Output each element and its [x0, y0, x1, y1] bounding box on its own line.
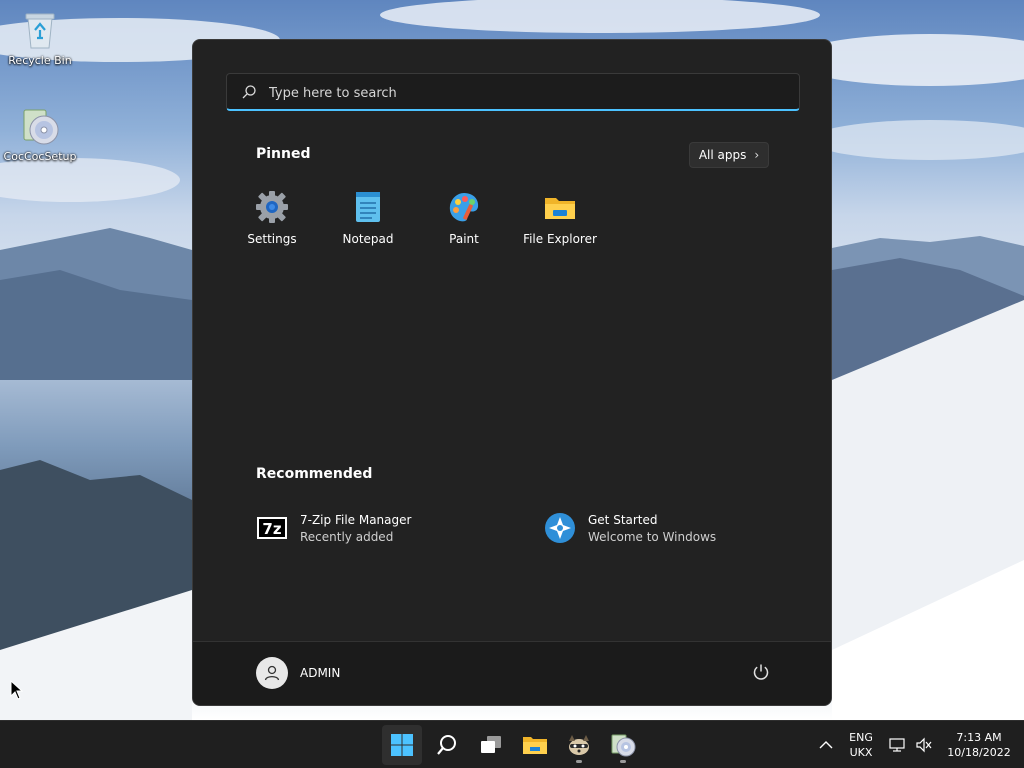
folder-icon: [543, 190, 577, 224]
mouse-cursor-icon: [10, 679, 24, 704]
user-icon: [264, 665, 280, 681]
pinned-app-label: Notepad: [342, 232, 394, 246]
taskbar-raccoon-app-button[interactable]: [559, 725, 599, 765]
recommended-title: Recommended: [256, 466, 373, 482]
all-apps-label: All apps: [698, 148, 747, 162]
pinned-app-label: Paint: [449, 232, 479, 246]
windows-start-icon: [391, 734, 413, 756]
network-status-button[interactable]: [886, 725, 910, 765]
speaker-muted-icon: [916, 737, 932, 753]
clock-time: 7:13 AM: [956, 731, 1002, 744]
pinned-app-label: Settings: [247, 232, 297, 246]
taskbar: ENG UKX 7:13 AM 10/18/2022: [0, 720, 1024, 768]
all-apps-button[interactable]: All apps ›: [689, 142, 769, 168]
notepad-icon: [351, 190, 385, 224]
taskbar-task-view-button[interactable]: [471, 725, 511, 765]
file-explorer-icon: [523, 737, 547, 754]
volume-status-button[interactable]: [912, 725, 936, 765]
pinned-app-paint[interactable]: Paint: [418, 190, 510, 246]
chevron-right-icon: ›: [754, 148, 760, 162]
task-view-icon: [481, 736, 501, 753]
pinned-app-notepad[interactable]: Notepad: [322, 190, 414, 246]
start-menu-footer: ADMIN: [193, 641, 831, 705]
network-icon: [889, 738, 905, 752]
recommended-item-title: Get Started: [588, 512, 658, 527]
clock-date: 10/18/2022: [947, 746, 1011, 759]
7zip-icon: 7z: [256, 512, 288, 544]
avatar: [256, 657, 288, 689]
search-input[interactable]: [267, 80, 771, 106]
pinned-app-settings[interactable]: Settings: [226, 190, 318, 246]
running-indicator: [620, 760, 626, 763]
raccoon-app-icon: [569, 735, 589, 755]
pinned-app-label: File Explorer: [523, 232, 597, 246]
user-name: ADMIN: [300, 666, 341, 680]
get-started-icon: [544, 512, 576, 544]
recommended-item-get-started[interactable]: Get Started Welcome to Windows: [544, 508, 716, 548]
pinned-title: Pinned: [256, 146, 311, 162]
gear-icon: [255, 190, 289, 224]
start-search-box[interactable]: [226, 73, 800, 111]
recommended-item-subtitle: Recently added: [300, 529, 394, 544]
pinned-app-file-explorer[interactable]: File Explorer: [514, 190, 606, 246]
disc-installer-icon: [18, 104, 62, 148]
desktop-icon-coccocsetup[interactable]: CocCocSetup: [0, 104, 80, 163]
installer-icon: [611, 734, 636, 757]
running-indicator: [576, 760, 582, 763]
start-menu: Pinned All apps ›: [192, 39, 832, 706]
taskbar-installer-button[interactable]: [603, 725, 643, 765]
taskbar-file-explorer-button[interactable]: [515, 725, 555, 765]
chevron-up-icon: [819, 741, 833, 749]
desktop-icon-recycle-bin[interactable]: Recycle Bin: [0, 8, 80, 67]
taskbar-start-button[interactable]: [382, 725, 422, 765]
clock[interactable]: 7:13 AM 10/18/2022: [940, 730, 1018, 760]
input-language-indicator[interactable]: ENG UKX: [840, 730, 882, 760]
search-icon: [241, 84, 257, 100]
recommended-item-subtitle: Welcome to Windows: [588, 529, 717, 544]
desktop-icon-label: Recycle Bin: [8, 54, 72, 67]
taskbar-search-button[interactable]: [427, 725, 467, 765]
search-icon: [437, 735, 456, 755]
paint-palette-icon: [447, 190, 481, 224]
desktop-icon-label: CocCocSetup: [3, 150, 77, 163]
language-line-2: UKX: [849, 746, 873, 759]
language-line-1: ENG: [849, 731, 873, 744]
power-button[interactable]: [751, 662, 771, 682]
recommended-item-7zip[interactable]: 7z 7-Zip File Manager Recently added: [256, 508, 411, 548]
user-account-button[interactable]: ADMIN: [256, 657, 340, 689]
power-icon: [753, 664, 769, 680]
7zip-icon-text: 7z: [262, 520, 281, 538]
recycle-bin-icon: [18, 8, 62, 52]
recommended-item-title: 7-Zip File Manager: [300, 512, 412, 527]
